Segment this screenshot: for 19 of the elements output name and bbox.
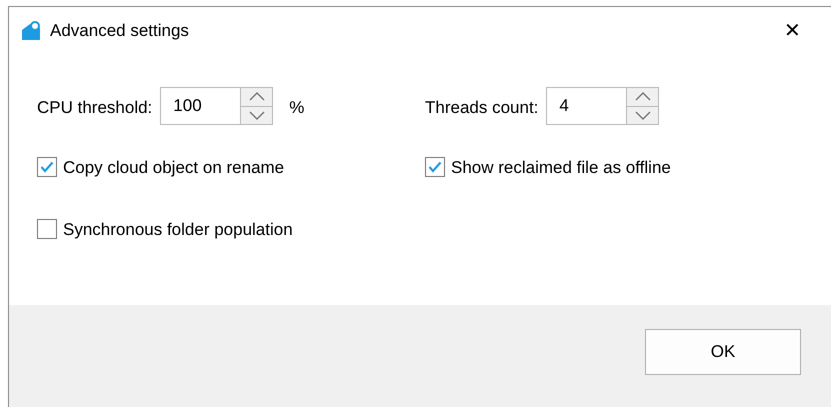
chevron-down-icon <box>634 110 651 120</box>
chevron-up-icon <box>248 92 265 102</box>
app-icon <box>20 20 42 42</box>
close-button[interactable]: ✕ <box>780 21 805 41</box>
checkbox[interactable] <box>425 157 445 177</box>
chevron-up-icon <box>634 92 651 102</box>
field-label: Threads count: <box>425 97 538 119</box>
ok-button[interactable]: OK <box>645 329 801 375</box>
checkbox-label[interactable]: Show reclaimed file as offline <box>451 155 671 180</box>
chevron-down-icon <box>248 110 265 120</box>
window-title: Advanced settings <box>50 20 189 42</box>
number-field[interactable]: 100 <box>160 87 240 125</box>
checkbox[interactable] <box>37 219 57 239</box>
field-label: CPU threshold: <box>37 97 152 119</box>
checkbox[interactable] <box>37 157 57 177</box>
unit-label: % <box>289 97 304 119</box>
checkbox-label[interactable]: Copy cloud object on rename <box>63 155 284 180</box>
number-field[interactable]: 4 <box>546 87 626 125</box>
checkbox-label[interactable]: Synchronous folder population <box>63 217 293 242</box>
